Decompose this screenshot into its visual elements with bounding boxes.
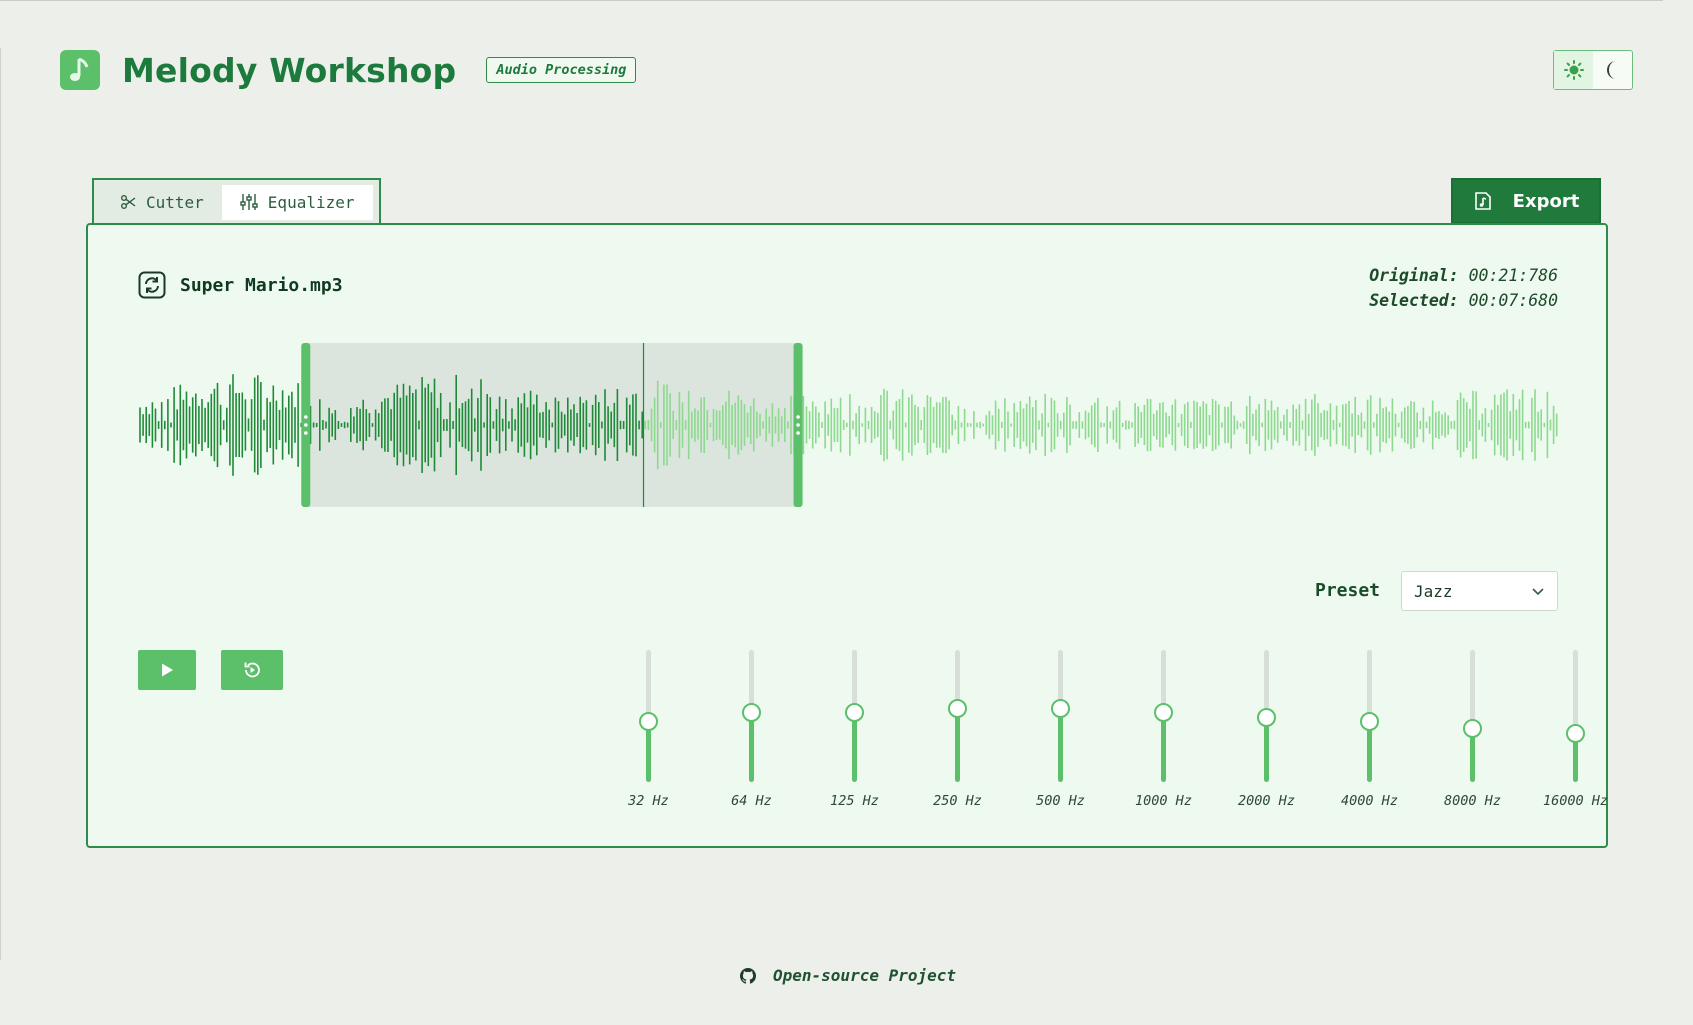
eq-band: 8000 Hz — [1422, 650, 1522, 815]
export-button[interactable]: Export — [1451, 178, 1601, 224]
scissors-icon — [121, 195, 136, 209]
selected-label: Selected: — [1369, 291, 1459, 310]
eq-slider-knob[interactable] — [1463, 718, 1482, 738]
waveform[interactable] — [138, 343, 1558, 507]
eq-band-label: 500 Hz — [1036, 793, 1085, 809]
file-music-icon — [1474, 192, 1491, 210]
sun-icon[interactable] — [1554, 51, 1593, 89]
eq-band-label: 16000 Hz — [1542, 793, 1609, 809]
duration-info: Original: 00:21:786 Selected: 00:07:680 — [1369, 263, 1558, 313]
preset-label: Preset — [1315, 580, 1381, 601]
selected-value: 00:07:680 — [1468, 291, 1558, 310]
sliders-icon — [240, 194, 258, 210]
footer-label: Open-source Project — [773, 966, 957, 985]
editor-panel: Super Mario.mp3 Original: 00:21:786 Sele… — [86, 223, 1608, 848]
eq-slider-knob[interactable] — [1360, 711, 1379, 731]
equalizer: 32 Hz 64 Hz 125 Hz 250 Hz 500 Hz 1000 Hz 2000 … — [598, 650, 1608, 815]
original-value: 00:21:786 — [1468, 266, 1558, 285]
eq-band: 1000 Hz — [1113, 650, 1213, 815]
moon-icon[interactable] — [1593, 51, 1632, 89]
eq-band-label: 2000 Hz — [1238, 793, 1295, 809]
tab-equalizer-label: Equalizer — [267, 192, 355, 212]
replay-icon — [244, 662, 260, 678]
eq-slider-knob[interactable] — [1154, 702, 1173, 722]
eq-band-label: 64 Hz — [731, 793, 772, 809]
eq-band-label: 125 Hz — [830, 793, 879, 809]
file-info: Super Mario.mp3 — [138, 271, 343, 299]
eq-band-label: 32 Hz — [628, 793, 669, 809]
preset-select[interactable]: Jazz — [1401, 571, 1558, 611]
replay-button[interactable] — [221, 650, 283, 690]
music-note-icon — [60, 50, 100, 90]
chevron-down-icon — [1532, 588, 1544, 596]
eq-slider-knob[interactable] — [1051, 699, 1070, 719]
selection-end-handle[interactable] — [793, 343, 803, 507]
selection-start-handle[interactable] — [301, 343, 311, 507]
eq-slider-fill — [1058, 708, 1063, 782]
eq-band: 32 Hz — [598, 650, 698, 815]
play-button[interactable] — [138, 650, 196, 690]
eq-slider-knob[interactable] — [1566, 723, 1585, 743]
tool-tabs: Cutter Equalizer — [92, 178, 381, 224]
preset-value: Jazz — [1414, 581, 1453, 601]
eq-band: 125 Hz — [804, 650, 904, 815]
eq-slider-fill — [955, 708, 960, 782]
tab-cutter-label: Cutter — [146, 192, 204, 212]
app-title: Melody Workshop — [122, 50, 457, 90]
eq-band-label: 1000 Hz — [1135, 793, 1192, 809]
eq-band-label: 8000 Hz — [1444, 793, 1501, 809]
github-icon — [740, 967, 756, 984]
eq-slider-fill — [1161, 712, 1166, 782]
eq-slider-knob[interactable] — [948, 699, 967, 719]
tab-cutter[interactable]: Cutter — [100, 185, 222, 220]
eq-slider-knob[interactable] — [639, 711, 658, 731]
theme-toggle[interactable] — [1553, 50, 1633, 90]
eq-slider-knob[interactable] — [845, 702, 864, 722]
app-badge: Audio Processing — [486, 57, 637, 83]
eq-band: 250 Hz — [907, 650, 1007, 815]
refresh-icon[interactable] — [138, 271, 166, 299]
play-icon — [162, 663, 173, 677]
eq-slider-knob[interactable] — [1257, 707, 1276, 727]
top-divider — [0, 0, 1663, 1]
export-label: Export — [1512, 190, 1580, 212]
original-label: Original: — [1369, 266, 1459, 285]
left-divider — [0, 48, 1, 960]
eq-slider-fill — [749, 712, 754, 782]
footer-link[interactable]: Open-source Project — [740, 966, 956, 985]
eq-band: 4000 Hz — [1319, 650, 1419, 815]
app-header: Melody Workshop Audio Processing — [60, 50, 637, 90]
eq-band: 500 Hz — [1010, 650, 1110, 815]
eq-slider-knob[interactable] — [742, 702, 761, 722]
file-name: Super Mario.mp3 — [180, 274, 343, 296]
eq-slider-fill — [1264, 717, 1269, 782]
eq-band: 2000 Hz — [1216, 650, 1316, 815]
eq-band-label: 250 Hz — [933, 793, 982, 809]
eq-band: 16000 Hz — [1525, 650, 1625, 815]
tab-equalizer[interactable]: Equalizer — [221, 184, 373, 220]
eq-slider-fill — [852, 712, 857, 782]
eq-band: 64 Hz — [701, 650, 801, 815]
eq-band-label: 4000 Hz — [1341, 793, 1398, 809]
